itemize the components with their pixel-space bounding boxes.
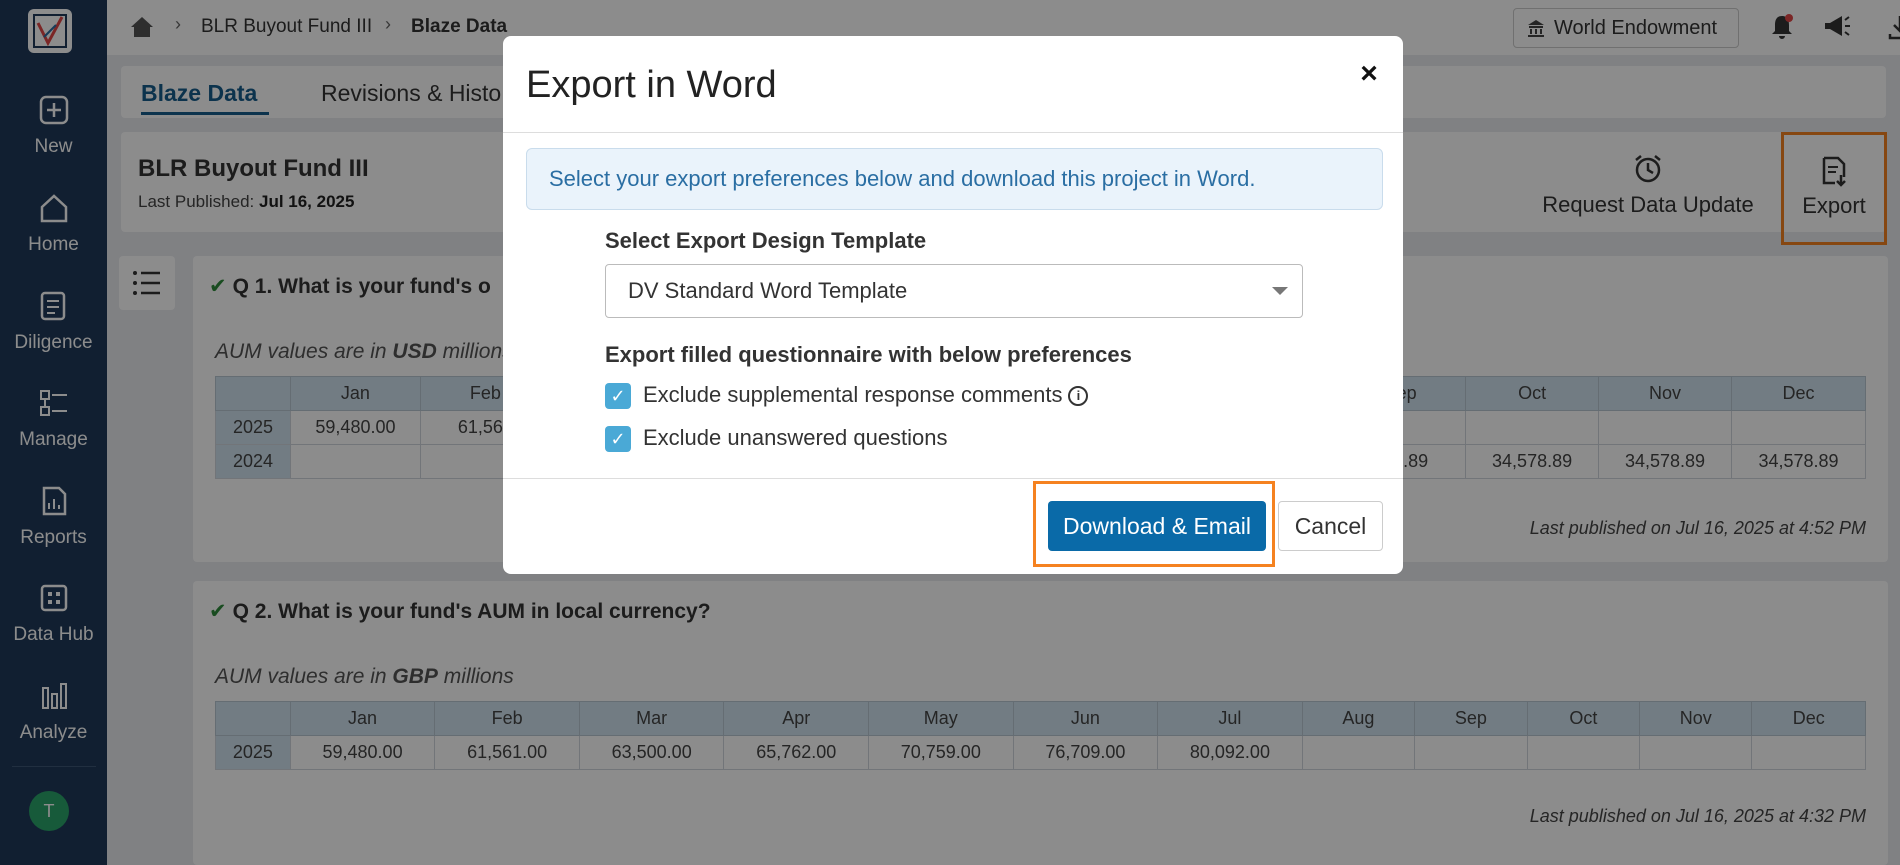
close-icon[interactable]: × [1351, 56, 1387, 92]
preferences-label: Export filled questionnaire with below p… [605, 342, 1132, 367]
download-email-highlight: Download & Email [1033, 481, 1275, 567]
info-alert: Select your export preferences below and… [526, 148, 1383, 210]
exclude-unanswered-checkbox[interactable]: ✓ [605, 426, 631, 453]
modal-title: Export in Word [526, 64, 777, 106]
cancel-button[interactable]: Cancel [1278, 501, 1383, 551]
export-word-modal: Export in Word × Select your export pref… [503, 36, 1403, 574]
modal-footer-divider [503, 478, 1403, 479]
exclude-comments-option[interactable]: ✓ Exclude supplemental response comments i [605, 381, 1089, 411]
template-select-value: DV Standard Word Template [628, 278, 908, 303]
exclude-comments-checkbox[interactable]: ✓ [605, 383, 631, 410]
modal-divider [503, 132, 1403, 133]
template-label: Select Export Design Template [605, 228, 927, 253]
exclude-unanswered-label: Exclude unanswered questions [643, 425, 948, 450]
exclude-comments-label: Exclude supplemental response comments [643, 382, 1063, 407]
chevron-down-icon [1272, 287, 1288, 295]
template-select[interactable]: DV Standard Word Template [605, 264, 1303, 318]
download-email-button[interactable]: Download & Email [1048, 501, 1266, 551]
info-icon[interactable]: i [1068, 386, 1089, 407]
exclude-unanswered-option[interactable]: ✓ Exclude unanswered questions [605, 424, 948, 454]
